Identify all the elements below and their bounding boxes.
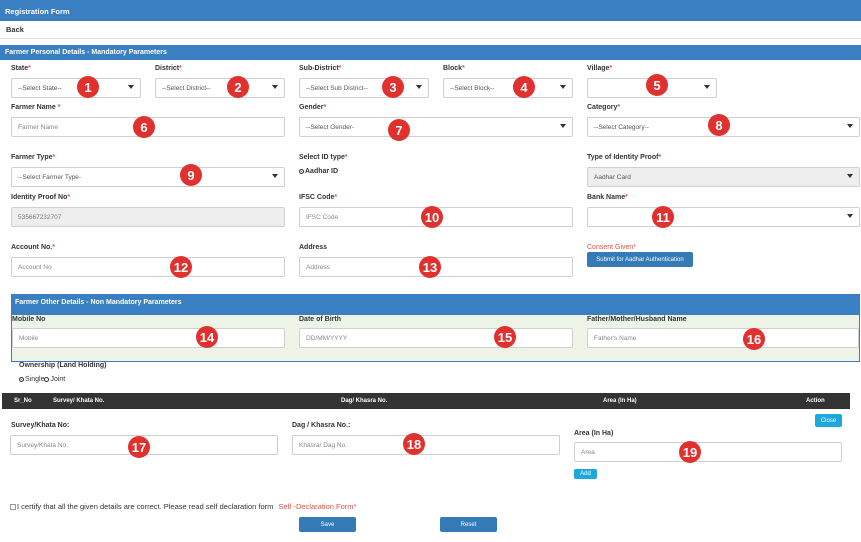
mobile-input[interactable]: Mobile (12, 328, 285, 348)
chevron-down-icon (416, 85, 422, 89)
marker-5: 5 (646, 74, 668, 96)
identity-proof-no-input[interactable]: 535667232707 (11, 207, 285, 227)
marker-3: 3 (382, 76, 404, 98)
dag-label: Dag / Khasra No.: (292, 422, 351, 429)
identity-proof-type-label: Type of Identity Proof* (587, 154, 662, 161)
reset-button[interactable]: Reset (440, 517, 497, 532)
marker-11: 11 (652, 206, 674, 228)
header-divider (0, 38, 861, 39)
marker-16: 16 (743, 328, 765, 350)
father-name-input[interactable]: Father's Name (587, 328, 859, 348)
marker-17: 17 (128, 436, 150, 458)
area-input[interactable]: Area (574, 442, 842, 462)
marker-7: 7 (388, 119, 410, 141)
chevron-down-icon (272, 85, 278, 89)
sub-district-select[interactable]: --Select Sub District-- (299, 78, 429, 98)
marker-13: 13 (419, 256, 441, 278)
block-label: Block* (443, 65, 465, 72)
single-radio[interactable]: Single (19, 376, 44, 383)
dag-input[interactable]: Khasra/ Dag No. (292, 435, 560, 455)
farmer-type-select[interactable]: --Select Farmer Type- (11, 167, 285, 187)
id-type-label: Select ID type* (299, 154, 348, 161)
close-button[interactable]: Close (815, 414, 842, 427)
marker-4: 4 (513, 76, 535, 98)
marker-19: 19 (679, 441, 701, 463)
marker-6: 6 (133, 116, 155, 138)
ownership-label: Ownership (Land Holding) (19, 362, 107, 369)
farmer-name-label: Farmer Name * (11, 104, 61, 111)
chevron-down-icon (128, 85, 134, 89)
marker-12: 12 (170, 256, 192, 278)
marker-10: 10 (421, 206, 443, 228)
district-select[interactable]: --Select District-- (155, 78, 285, 98)
section-personal-details-header: Farmer Personal Details - Mandatory Para… (0, 45, 861, 60)
bank-name-select[interactable] (587, 207, 860, 227)
marker-18: 18 (403, 433, 425, 455)
radio-selected-icon (299, 168, 304, 174)
marker-1: 1 (77, 76, 99, 98)
marker-9: 9 (180, 164, 202, 186)
area-label: Area (In Ha) (574, 430, 614, 437)
state-select[interactable]: --Select State-- (11, 78, 141, 98)
marker-8: 8 (708, 114, 730, 136)
marker-14: 14 (196, 326, 218, 348)
section-title: Farmer Other Details - Non Mandatory Par… (15, 299, 182, 306)
marker-2: 2 (227, 76, 249, 98)
father-name-label: Father/Mother/Husband Name (587, 316, 687, 323)
page-title: Registration Form (5, 7, 70, 16)
account-no-label: Account No.* (11, 244, 55, 251)
add-button[interactable]: Add (574, 469, 597, 479)
section-other-details-header: Farmer Other Details - Non Mandatory Par… (11, 294, 860, 315)
save-button[interactable]: Save (299, 517, 356, 532)
chevron-down-icon (560, 85, 566, 89)
radio-selected-icon (19, 376, 24, 382)
dob-label: Date of Birth (299, 316, 341, 323)
back-link[interactable]: Back (6, 25, 24, 34)
gender-select[interactable]: --Select Gender- (299, 117, 573, 137)
account-no-input[interactable]: Account No (11, 257, 285, 277)
table-header-dag: Dag/ Khasra No. (341, 398, 388, 404)
radio-icon (44, 376, 50, 382)
dob-input[interactable]: DD/MM/YYYY (299, 328, 573, 348)
state-label: State* (11, 65, 31, 72)
marker-15: 15 (494, 326, 516, 348)
chevron-down-icon (847, 124, 853, 128)
aadhar-authentication-button[interactable]: Submit for Aadhar Authentication (587, 252, 693, 267)
identity-proof-no-label: Identity Proof No* (11, 194, 71, 201)
table-header-area: Area (In Ha) (603, 398, 637, 404)
consent-label: Consent Given* (587, 244, 637, 251)
declaration-text: I certify that all the given details are… (17, 502, 357, 511)
sub-district-label: Sub-District* (299, 65, 342, 72)
mobile-label: Mobile No (12, 316, 46, 323)
chevron-down-icon (847, 174, 853, 178)
table-header-action: Action (806, 398, 825, 404)
address-label: Address (299, 244, 328, 251)
table-header-survey: Survey/ Khata No. (53, 398, 105, 404)
self-declaration-link[interactable]: Self -Declaration Form (278, 502, 353, 511)
table-header-sr-no: Sr_No (14, 398, 32, 404)
category-label: Category* (587, 104, 621, 111)
gender-label: Gender* (299, 104, 327, 111)
declaration-checkbox[interactable] (10, 504, 16, 510)
survey-label: Survey/Khata No: (11, 422, 70, 429)
block-select[interactable]: --Select Block-- (443, 78, 573, 98)
village-label: Village* (587, 65, 613, 72)
aadhar-id-radio[interactable]: Aadhar ID (299, 168, 338, 175)
chevron-down-icon (560, 124, 566, 128)
identity-proof-type-select[interactable]: Aadhar Card (587, 167, 860, 187)
farmer-type-label: Farmer Type* (11, 154, 56, 161)
land-table-header (2, 393, 850, 409)
page-header: Registration Form (0, 0, 861, 21)
chevron-down-icon (847, 214, 853, 218)
chevron-down-icon (272, 174, 278, 178)
joint-radio[interactable]: Joint (44, 376, 65, 383)
chevron-down-icon (704, 85, 710, 89)
ownership-radios: Single Joint (19, 376, 65, 383)
ifsc-label: IFSC Code* (299, 194, 338, 201)
section-title: Farmer Personal Details - Mandatory Para… (5, 49, 167, 56)
bank-name-label: Bank Name* (587, 194, 628, 201)
district-label: District* (155, 65, 182, 72)
